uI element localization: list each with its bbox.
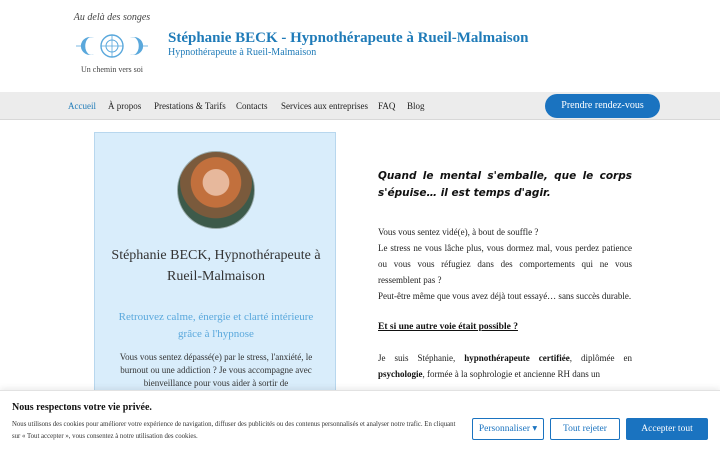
nav-item-faq[interactable]: FAQ <box>378 92 395 120</box>
customize-label: Personnaliser <box>478 424 531 434</box>
card-body: Vous vous sentez dépassé(e) par le stres… <box>119 352 313 388</box>
paragraph: Vous vous sentez vidé(e), à bout de souf… <box>378 227 539 237</box>
nav-item-prestations-tarifs[interactable]: Prestations & Tarifs <box>154 92 226 120</box>
site-tagline: Hypnothérapeute à Rueil-Malmaison <box>168 47 317 58</box>
site-header: Au delà des songes Un chemin vers soi St… <box>0 0 720 92</box>
intro-bold-psychology: psychologie <box>378 369 423 379</box>
nav-item-services-entreprises[interactable]: Services aux entreprises <box>281 92 368 120</box>
logo-tagline: Un chemin vers soi <box>81 65 143 74</box>
cookie-title: Nous respectons votre vie privée. <box>12 402 152 413</box>
paragraph: Le stress ne vous lâche plus, vous dorme… <box>378 243 632 285</box>
site-logo[interactable]: Au delà des songes Un chemin vers soi <box>66 10 158 76</box>
profile-card: Stéphanie BECK, Hypnothérapeute à Rueil-… <box>94 132 336 402</box>
cookie-reject-button[interactable]: Tout rejeter <box>550 418 620 440</box>
hero-quote: Quand le mental s'emballe, que le corps … <box>378 170 632 199</box>
nav-item-contacts[interactable]: Contacts <box>236 92 268 120</box>
book-appointment-button[interactable]: Prendre rendez-vous <box>545 94 660 118</box>
profile-photo <box>177 151 255 229</box>
cookie-customize-button[interactable]: Personnaliser ▾ <box>472 418 544 440</box>
paragraph: Peut-être même que vous avez déjà tout e… <box>378 291 632 301</box>
intro-text: , diplômée en <box>569 353 632 363</box>
intro-text: , formée à la sophrologie et ancienne RH… <box>422 369 600 379</box>
intro-text: Je suis Stéphanie, <box>378 353 465 363</box>
card-name: Stéphanie BECK, Hypnothérapeute à Rueil-… <box>111 248 321 284</box>
logo-arc-text: Au delà des songes <box>73 12 151 23</box>
cookie-text: Nous utilisons des cookies pour améliore… <box>12 421 456 440</box>
nav-item-a-propos[interactable]: À propos <box>108 92 141 120</box>
moon-phases-icon <box>76 34 148 58</box>
nav-item-blog[interactable]: Blog <box>407 92 425 120</box>
intro-bold-certified: hypnothérapeute certifiée <box>464 353 570 363</box>
section-heading: Et si une autre voie était possible ? <box>378 322 518 332</box>
nav-item-accueil[interactable]: Accueil <box>68 92 96 120</box>
intro-paragraph: Je suis Stéphanie, hypnothérapeute certi… <box>378 350 632 382</box>
main-content: Quand le mental s'emballe, que le corps … <box>378 168 632 382</box>
caret-down-icon: ▾ <box>532 424 538 434</box>
site-title[interactable]: Stéphanie BECK - Hypnothérapeute à Rueil… <box>168 30 528 47</box>
card-subtitle: Retrouvez calme, énergie et clarté intér… <box>118 311 314 340</box>
cookie-accept-button[interactable]: Accepter tout <box>626 418 708 440</box>
